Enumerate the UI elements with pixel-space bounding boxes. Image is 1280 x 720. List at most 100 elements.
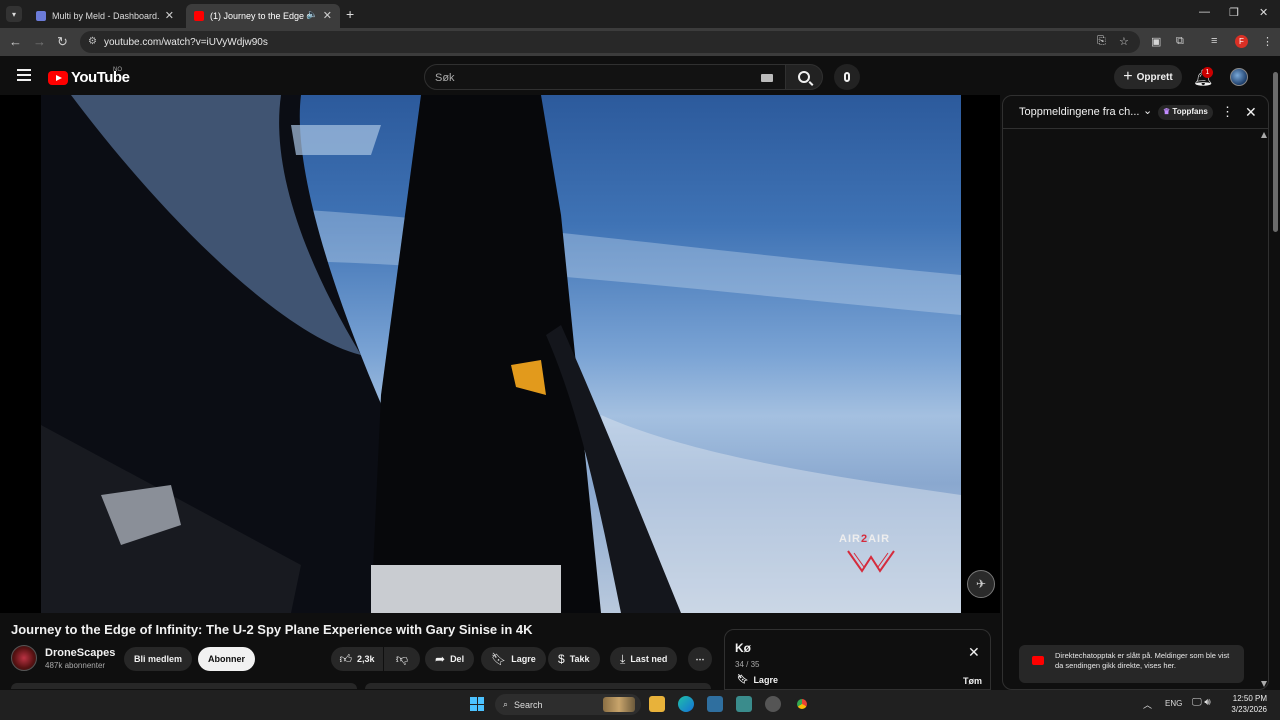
taskbar-search-label: Search [514, 699, 543, 710]
comments-box[interactable] [365, 683, 711, 689]
tab-meld-dashboard[interactable]: Multi by Meld - Dashboard. ✕ [28, 4, 182, 28]
cast-icon[interactable]: ▣ [1151, 35, 1161, 48]
watermark-text: AIR [839, 533, 861, 545]
account-avatar[interactable] [1230, 68, 1248, 86]
chevron-down-icon[interactable]: ⌄ [1143, 104, 1152, 117]
restore-icon[interactable]: ❐ [1229, 6, 1239, 19]
photos-icon[interactable] [736, 696, 752, 712]
like-button[interactable]: 👍︎ 2,3k [331, 647, 383, 671]
thanks-button[interactable]: $ Takk [548, 647, 600, 671]
queue-panel: Kø 34 / 35 ✕ 🔖︎ Lagre Tøm [724, 629, 991, 690]
more-dots-icon: ⋯ [695, 653, 705, 664]
install-app-icon[interactable]: ⎘ [1097, 35, 1106, 48]
chat-header: Toppmeldingene fra ch... ⌄ ♛ Toppfans ⋮ … [1003, 96, 1268, 129]
search-icon [798, 71, 810, 83]
youtube-logo[interactable]: YouTube NO [48, 67, 130, 86]
system-clock[interactable]: 12:50 PM 3/23/2026 [1223, 693, 1267, 715]
tab-title: Multi by Meld - Dashboard. [52, 11, 160, 21]
close-window-icon[interactable]: ✕ [1259, 6, 1268, 19]
channel-watermark-icon[interactable]: ✈ [967, 570, 995, 598]
video-title: Journey to the Edge of Infinity: The U-2… [11, 622, 533, 637]
download-button[interactable]: ⤓ Last ned [610, 647, 678, 671]
tab-title: (1) Journey to the Edge of I [210, 11, 310, 21]
description-box[interactable] [11, 683, 357, 689]
bookmark-icon: 🔖︎ [491, 652, 507, 666]
bookmark-star-icon[interactable]: ☆ [1119, 35, 1129, 48]
chat-panel: Toppmeldingene fra ch... ⌄ ♛ Toppfans ⋮ … [1002, 95, 1269, 690]
queue-title: Kø [735, 641, 751, 655]
like-count: 2,3k [357, 654, 375, 664]
tab-youtube-video[interactable]: (1) Journey to the Edge of I 🔈 ✕ [186, 4, 340, 28]
file-explorer-icon[interactable] [649, 696, 665, 712]
watermark-text: AIR [868, 533, 891, 545]
scrollbar-thumb[interactable] [1273, 72, 1278, 232]
more-actions-button[interactable]: ⋯ [688, 647, 712, 671]
keyboard-icon[interactable] [761, 74, 773, 82]
description-area [11, 683, 711, 689]
store-icon[interactable] [707, 696, 723, 712]
chat-scrollbar[interactable] [1261, 132, 1267, 687]
air2air-logo-icon [847, 550, 895, 573]
speaker-icon[interactable]: 🔈 [307, 9, 318, 20]
video-player[interactable]: AIR2AIR ✈ [0, 95, 1000, 613]
subscribe-button[interactable]: Abonner [198, 647, 255, 671]
share-button[interactable]: ➦ Del [425, 647, 475, 671]
close-tab-icon[interactable]: ✕ [323, 9, 332, 22]
bookmark-icon: 🔖︎ [737, 674, 749, 684]
reading-list-icon[interactable]: ≡ [1211, 35, 1217, 47]
save-label: Lagre [511, 654, 536, 664]
top-fans-badge[interactable]: ♛ Toppfans [1158, 105, 1213, 120]
search-placeholder: Søk [435, 72, 455, 84]
clock-time: 12:50 PM [1232, 694, 1267, 703]
join-button[interactable]: Bli medlem [124, 647, 193, 671]
notice-text: Direktechatopptak er slått på. Meldinger… [1055, 651, 1230, 670]
search-button[interactable] [785, 64, 823, 90]
site-info-icon[interactable]: ⚙ [88, 36, 97, 47]
tab-search-icon[interactable]: ▾ [6, 6, 22, 22]
download-label: Last ned [630, 654, 668, 664]
queue-position: 34 / 35 [735, 660, 760, 669]
minimize-icon[interactable]: — [1199, 6, 1210, 18]
browser-menu-icon[interactable]: ⋮ [1262, 35, 1273, 48]
address-bar[interactable]: ⚙ youtube.com/watch?v=iUVyWdjw90s [80, 31, 1140, 53]
crown-icon: ♛ [1163, 107, 1171, 116]
back-icon[interactable]: ← [9, 35, 22, 49]
search-input[interactable]: Søk [424, 64, 786, 90]
chevron-up-icon[interactable]: ︿ [1143, 698, 1152, 711]
dislike-button[interactable]: 👎︎ [384, 647, 420, 671]
channel-avatar[interactable] [11, 645, 37, 671]
page-scrollbar[interactable] [1271, 62, 1280, 690]
video-frame[interactable] [41, 95, 961, 613]
input-language[interactable]: ENG [1165, 699, 1182, 708]
thumbs-up-icon: 👍︎ [339, 651, 352, 666]
forward-icon[interactable]: → [33, 35, 46, 49]
discord-icon[interactable] [765, 696, 781, 712]
chat-more-icon[interactable]: ⋮ [1221, 104, 1234, 120]
taskbar-search[interactable]: ⌕ Search [495, 694, 641, 715]
browser-tab-bar: ▾ Multi by Meld - Dashboard. ✕ (1) Journ… [0, 0, 1280, 28]
close-chat-icon[interactable]: ✕ [1245, 104, 1257, 121]
chrome-icon[interactable] [794, 696, 810, 712]
search-highlight-image [603, 697, 635, 712]
profile-avatar-icon[interactable]: F [1235, 35, 1248, 48]
windows-start-icon[interactable] [470, 697, 484, 711]
queue-clear-button[interactable]: Tøm [963, 676, 982, 686]
queue-save-button[interactable]: 🔖︎ Lagre [737, 674, 778, 685]
new-tab-icon[interactable]: + [346, 6, 354, 22]
extensions-icon[interactable]: ⧉ [1176, 35, 1184, 48]
save-button[interactable]: 🔖︎ Lagre [481, 647, 546, 671]
network-volume-icon[interactable]: 🖵 🔊︎ [1192, 697, 1211, 708]
menu-hamburger-icon[interactable] [17, 69, 31, 81]
close-queue-icon[interactable]: ✕ [968, 644, 980, 661]
channel-name[interactable]: DroneScapes [45, 647, 115, 659]
voice-search-button[interactable] [834, 64, 860, 90]
download-icon: ⤓ [620, 651, 626, 666]
close-tab-icon[interactable]: ✕ [165, 9, 174, 22]
edge-icon[interactable] [678, 696, 694, 712]
chat-mode-title[interactable]: Toppmeldingene fra ch... [1019, 106, 1139, 118]
share-arrow-icon: ➦ [435, 652, 446, 666]
reload-icon[interactable]: ↻ [57, 35, 68, 49]
plus-icon: + [1123, 68, 1133, 85]
create-button[interactable]: + Opprett [1114, 65, 1182, 89]
cockpit-scene-image [41, 95, 961, 613]
